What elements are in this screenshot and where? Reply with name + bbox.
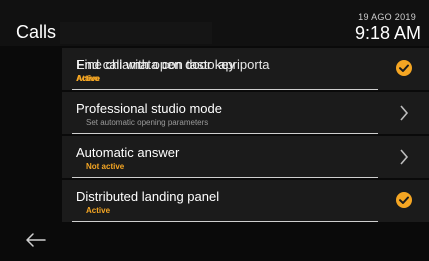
header-overlay [60,22,212,44]
item-label: Distributed landing panel [76,189,220,204]
divider [72,89,378,90]
check-icon [396,192,412,208]
time-label: 9:18 AM [354,23,421,43]
back-arrow-icon[interactable] [25,232,47,248]
item-status-alt: Attivo [76,74,100,83]
divider [72,133,378,134]
list-item-professional-studio-mode[interactable]: Professional studio mode Set automatic o… [62,92,429,134]
chevron-right-icon [400,149,409,165]
chevron-right-icon [400,105,409,121]
calls-screen: Calls 19 AGO 2019 9:18 AM End call with … [0,0,429,261]
divider [72,221,378,222]
item-label: Automatic answer [76,145,180,160]
header-bar: Calls 19 AGO 2019 9:18 AM [0,0,429,46]
list-item-distributed-landing-panel[interactable]: Distributed landing panel Active [62,180,429,222]
item-label: Professional studio mode [76,101,222,116]
item-status: Active [86,206,111,215]
item-description: Set automatic opening parameters [86,118,209,127]
item-status: Not active [86,162,125,171]
page-title: Calls [16,22,57,42]
divider [72,177,378,178]
date-label: 19 AGO 2019 [358,12,416,22]
list-item-automatic-answer[interactable]: Automatic answer Not active [62,136,429,178]
list-item-end-call-open-door[interactable]: End call with open door key Fine chiamat… [62,48,429,90]
check-icon [396,60,412,76]
item-label-alt: Fine chiamata con tasto apriporta [76,57,270,73]
